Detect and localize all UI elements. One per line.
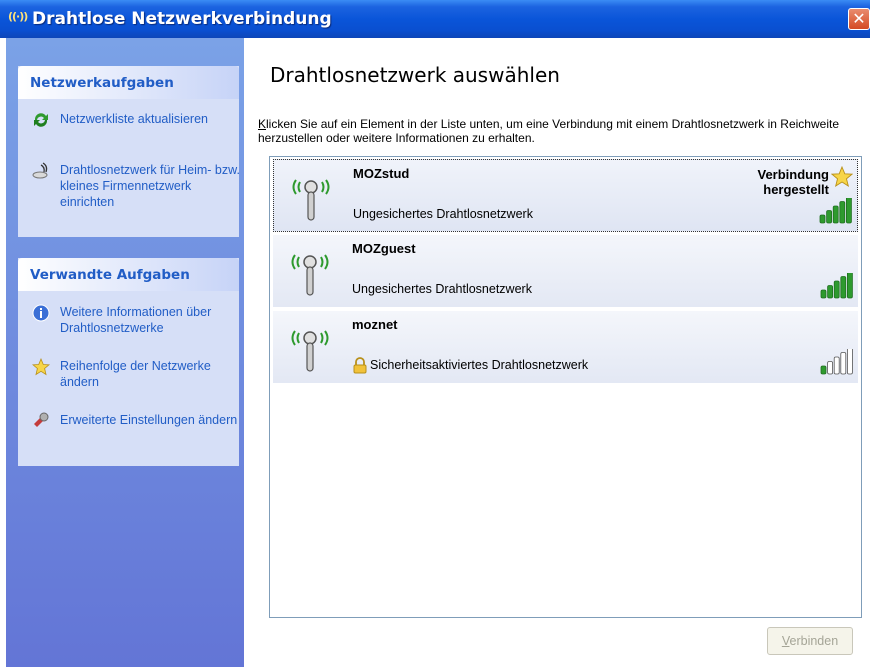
signal-strength-icon [819,198,852,224]
main-content: Drahtlosnetzwerk auswählen Klicken Sie a… [244,38,870,667]
more-info-link[interactable]: Weitere Informationen über Drahtlosnetzw… [32,304,237,338]
connection-status-line1: Verbindung [757,167,830,182]
change-network-order-label: Reihenfolge der Netzwerke ändern [60,359,211,389]
signal-bar [839,201,846,224]
signal-bar [820,365,827,375]
signal-bar [847,349,853,375]
connection-status: Verbindung hergestellt [758,167,830,197]
refresh-icon [34,113,48,127]
instructions-body: licken Sie auf ein Element in der Liste … [258,117,839,145]
network-item-mozguest[interactable]: MOZguest Ungesichertes Drahtlosnetzwerk [273,235,858,308]
connect-button-label: erbinden [789,634,839,648]
related-tasks-header: Verwandte Aufgaben [18,258,239,291]
instructions-accelerator: K [258,117,267,131]
connect-button[interactable]: Verbinden [767,627,853,655]
change-network-order-link[interactable]: Reihenfolge der Netzwerke ändern [32,358,237,392]
wireless-antenna-icon [291,254,329,296]
lock-icon [353,357,367,374]
more-info-label: Weitere Informationen über Drahtlosnetzw… [60,305,212,335]
signal-strength-icon [820,273,853,299]
wireless-setup-icon [32,162,48,179]
network-description: Ungesichertes Drahtlosnetzwerk [352,282,532,296]
close-button[interactable]: ✕ [848,8,870,30]
connect-button-accelerator: V [781,634,790,648]
signal-bar [827,285,833,299]
signal-strength-icon [820,349,853,375]
related-tasks-panel: Verwandte Aufgaben Weitere Informationen… [18,258,239,466]
network-name: MOZstud [353,166,410,181]
network-list[interactable]: MOZstud Ungesichertes Drahtlosnetzwerk V… [269,156,862,618]
signal-bar [833,356,840,375]
signal-bar [840,276,847,299]
advanced-settings-link[interactable]: Erweiterte Einstellungen ändern [32,412,237,446]
network-item-mozstud[interactable]: MOZstud Ungesichertes Drahtlosnetzwerk V… [273,159,858,232]
signal-bar [846,198,852,224]
connection-status-line2: hergestellt [763,182,829,197]
title-bar: ((·)) Drahtlose Netzwerkverbindung ✕ [0,0,870,38]
signal-bar [819,214,826,224]
page-title: Drahtlosnetzwerk auswählen [270,63,560,87]
signal-bar [847,273,853,299]
signal-bar [833,280,840,299]
advanced-settings-label: Erweiterte Einstellungen ändern [60,413,238,427]
info-icon [32,304,50,322]
network-tasks-panel: Netzwerkaufgaben Netzwerkliste aktualisi… [18,66,240,237]
wireless-network-icon: ((·)) [8,10,28,23]
signal-bar [820,289,827,299]
network-tasks-header: Netzwerkaufgaben [18,66,239,99]
instructions-text: Klicken Sie auf ein Element in der Liste… [258,117,858,145]
signal-bar [826,210,832,224]
signal-bar [832,205,839,224]
settings-icon [34,412,49,427]
wireless-antenna-icon [292,179,330,221]
star-icon [32,358,50,376]
network-name: MOZguest [352,241,416,256]
network-description: Sicherheitsaktiviertes Drahtlosnetzwerk [370,358,589,372]
setup-wireless-network-link[interactable]: Drahtlosnetzwerk für Heim- bzw. kleines … [32,162,240,210]
wireless-antenna-icon [291,330,329,372]
network-item-moznet[interactable]: moznet Sicherheitsaktiviertes Drahtlosne… [273,311,858,384]
preferred-network-star-icon [831,166,853,187]
task-pane: Netzwerkaufgaben Netzwerkliste aktualisi… [6,38,244,667]
network-description: Ungesichertes Drahtlosnetzwerk [353,207,533,221]
signal-bar [827,361,833,375]
signal-bar [840,352,847,375]
setup-wireless-network-label: Drahtlosnetzwerk für Heim- bzw. kleines … [60,163,240,209]
window-title: Drahtlose Netzwerkverbindung [32,9,332,29]
network-name: moznet [352,317,398,332]
refresh-network-list-label: Netzwerkliste aktualisieren [60,112,208,126]
